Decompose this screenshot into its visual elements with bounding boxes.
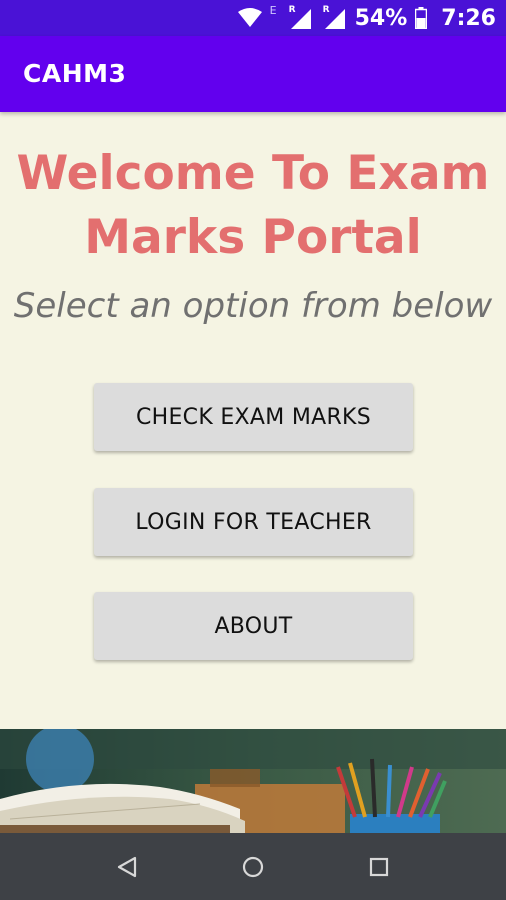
signal-icon: R [321,5,347,29]
back-icon[interactable] [110,850,144,884]
clock: 7:26 [441,5,496,31]
app-title: CAHM3 [23,59,127,88]
home-icon[interactable] [236,850,270,884]
roaming-badge: R [288,5,296,15]
recents-icon[interactable] [362,850,396,884]
check-exam-marks-button[interactable]: CHECK EXAM MARKS [94,383,413,451]
network-type-badge: E [269,3,277,17]
welcome-heading: Welcome To Exam Marks Portal [0,142,506,270]
signal-icon: R [287,5,313,29]
status-bar: E R R 54% 7:26 [0,0,506,36]
battery-icon [415,7,428,29]
status-icons: E R R 54% 7:26 [237,0,496,36]
subtitle: Select an option from below [13,286,493,326]
welcome-line-2: Marks Portal [84,210,422,265]
banner-image [0,729,506,833]
welcome-line-1: Welcome To Exam [16,146,490,201]
login-for-teacher-button[interactable]: LOGIN FOR TEACHER [94,488,413,556]
roaming-badge: R [322,5,330,15]
wifi-icon [237,8,262,27]
navigation-bar [0,833,506,900]
about-button[interactable]: ABOUT [94,592,413,660]
app-bar: CAHM3 [0,36,506,112]
battery-percent: 54% [354,5,408,31]
